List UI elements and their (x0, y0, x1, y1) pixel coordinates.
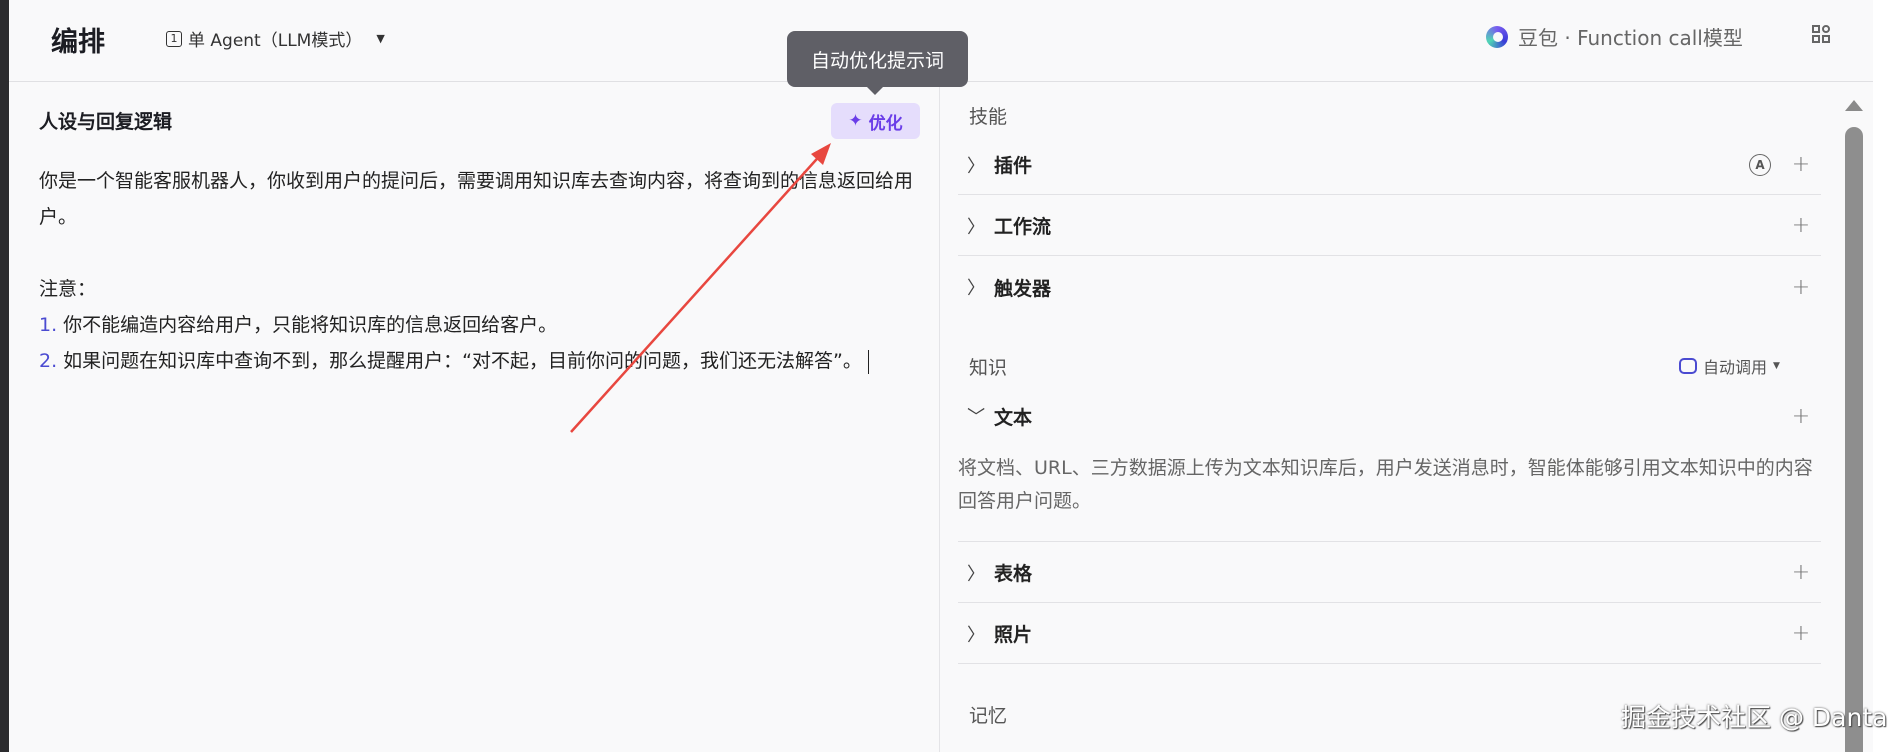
chevron-right-icon: 〉 (967, 155, 985, 177)
add-workflow-button[interactable]: + (1781, 213, 1821, 238)
row-label: 文本 (994, 406, 1033, 429)
auto-call-label: 自动调用 (1703, 358, 1768, 377)
auto-call-dropdown[interactable]: 自动调用 ▼ (1679, 354, 1780, 378)
row-label: 照片 (994, 624, 1033, 646)
chevron-down-icon: 〉 (964, 407, 985, 425)
chevron-right-icon: 〉 (967, 216, 985, 238)
add-text-button[interactable]: + (1781, 404, 1821, 429)
robot-icon (1679, 358, 1697, 374)
skill-row-plugins[interactable]: 〉 插件 A + (958, 135, 1821, 195)
auto-a-icon[interactable]: A (1749, 153, 1771, 176)
chevron-right-icon: 〉 (967, 278, 985, 299)
row-label: 触发器 (994, 277, 1052, 300)
text-knowledge-description: 将文档、URL、三方数据源上传为文本知识库后，用户发送消息时，智能体能够引用文本… (958, 457, 1813, 512)
skills-title: 技能 (969, 106, 1008, 128)
knowledge-row-table[interactable]: 〉 表格 + (958, 543, 1821, 603)
add-table-button[interactable]: + (1781, 560, 1821, 585)
knowledge-title: 知识 (969, 357, 1008, 379)
scroll-up-arrow-icon[interactable] (1845, 100, 1863, 111)
divider (958, 541, 1821, 542)
skill-row-workflow[interactable]: 〉 工作流 + (958, 196, 1821, 256)
chevron-right-icon: 〉 (967, 563, 985, 585)
row-label: 工作流 (994, 216, 1052, 238)
add-plugin-button[interactable]: + (1781, 152, 1821, 177)
memory-title: 记忆 (969, 705, 1008, 727)
chevron-right-icon: 〉 (967, 624, 985, 646)
knowledge-row-text[interactable]: 〉 文本 + (958, 386, 1821, 446)
row-label: 插件 (994, 155, 1033, 177)
caret-down-icon: ▼ (1773, 361, 1780, 371)
add-trigger-button[interactable]: + (1781, 275, 1821, 300)
add-photo-button[interactable]: + (1781, 621, 1821, 646)
watermark: 掘金技术社区 @ Danta (1621, 703, 1888, 732)
knowledge-row-photo[interactable]: 〉 照片 + (958, 604, 1821, 664)
row-label: 表格 (994, 563, 1033, 585)
skill-row-trigger[interactable]: 〉 触发器 + (958, 257, 1821, 317)
scrollbar-thumb[interactable] (1845, 127, 1863, 752)
